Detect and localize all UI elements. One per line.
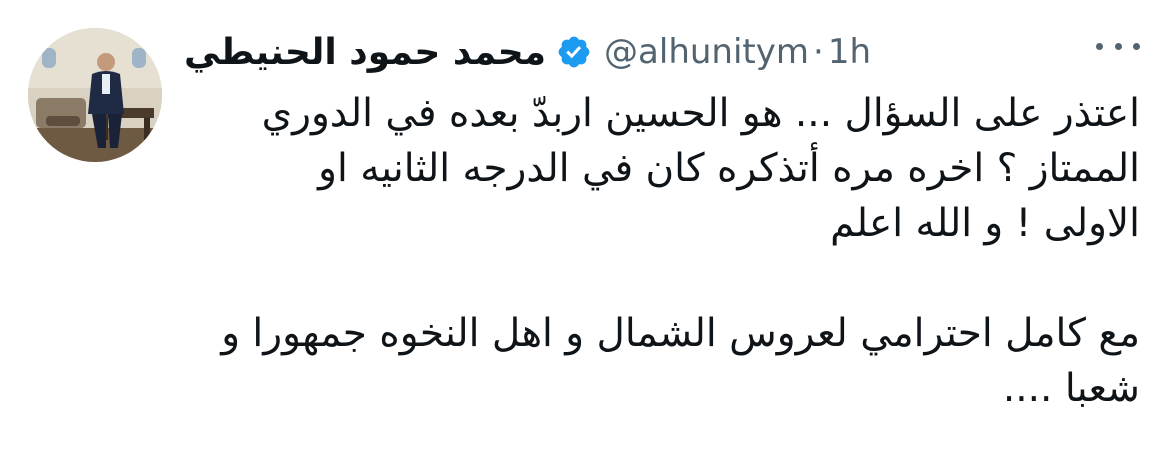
- tweet-header: محمد حمود الحنيطي @alhunitym · 1h: [184, 28, 871, 76]
- avatar-photo: [28, 28, 162, 162]
- more-dot: [1114, 42, 1122, 50]
- more-horizontal-icon: [1096, 42, 1103, 50]
- separator-dot: ·: [813, 32, 824, 72]
- timestamp[interactable]: 1h: [828, 32, 871, 72]
- tweet-card[interactable]: محمد حمود الحنيطي @alhunitym · 1h اعتذر …: [0, 0, 1170, 450]
- tweet-paragraph: مع كامل احترامي لعروس الشمال و اهل النخو…: [221, 311, 1140, 411]
- handle[interactable]: @alhunitym: [604, 32, 809, 72]
- display-name[interactable]: محمد حمود الحنيطي: [184, 32, 546, 73]
- more-dot: [1133, 42, 1140, 50]
- tweet-text: اعتذر على السؤال ... هو الحسين اربدّ بعد…: [180, 86, 1140, 416]
- avatar[interactable]: [28, 28, 162, 162]
- tweet-paragraph: اعتذر على السؤال ... هو الحسين اربدّ بعد…: [261, 91, 1140, 246]
- more-options-button[interactable]: [1096, 36, 1140, 56]
- verified-badge-icon: [556, 34, 592, 70]
